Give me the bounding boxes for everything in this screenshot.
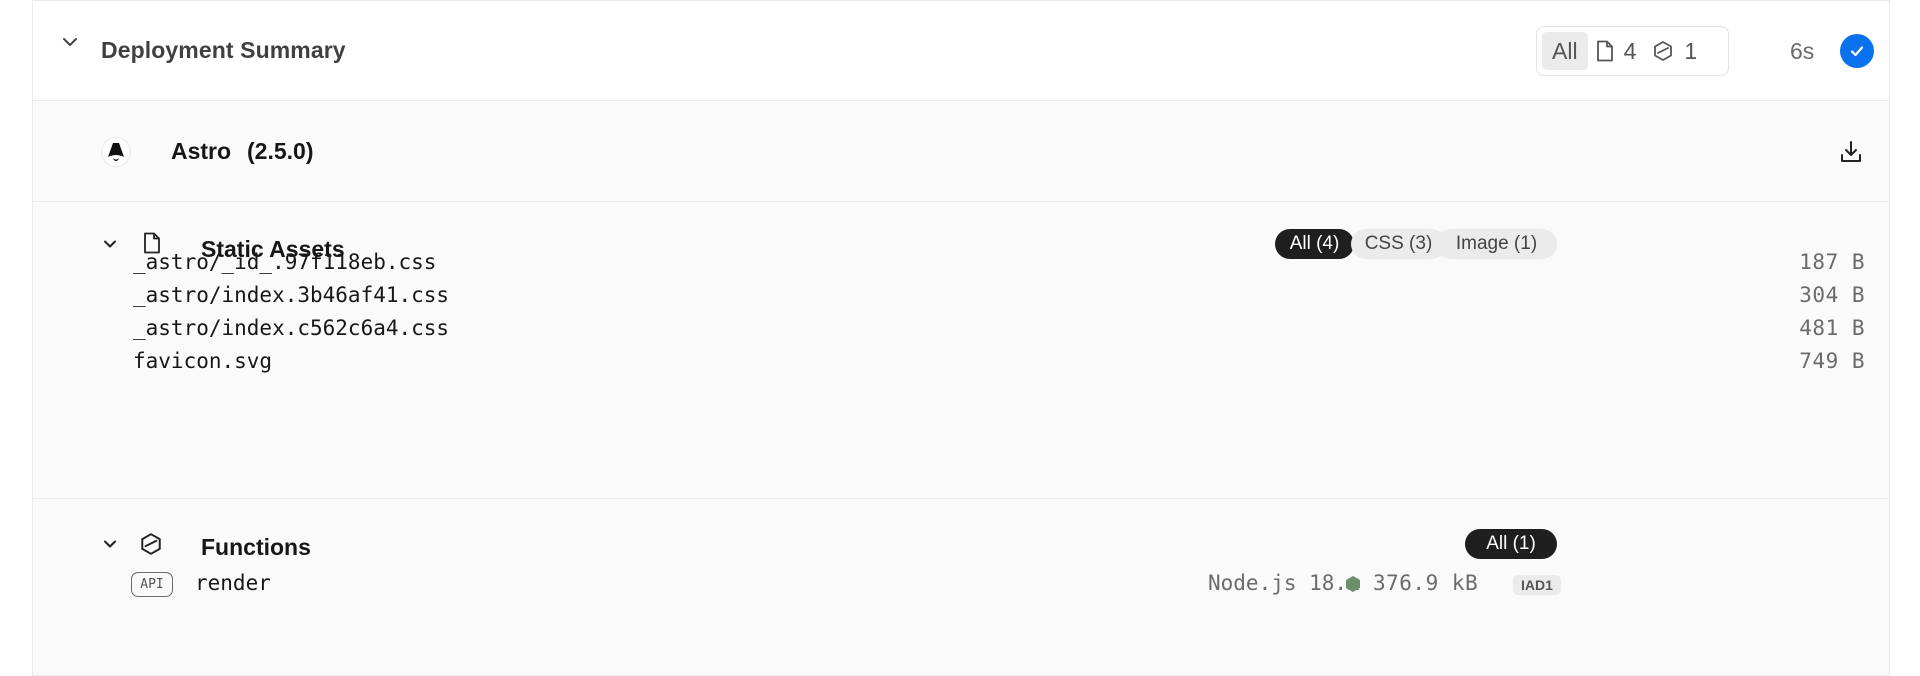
chevron-down-icon[interactable]: [59, 31, 81, 53]
file-size: 481 B: [1799, 316, 1865, 340]
file-name[interactable]: favicon.svg: [133, 349, 272, 373]
assets-filter-all[interactable]: All (4): [1275, 229, 1354, 259]
nodejs-icon: [1345, 575, 1361, 598]
filter-functions-tab[interactable]: 1: [1644, 32, 1705, 70]
framework-row: Astro (2.5.0): [33, 101, 1889, 202]
build-duration: 6s: [1790, 38, 1815, 64]
function-icon: [139, 532, 163, 561]
chevron-down-icon[interactable]: [99, 233, 121, 255]
function-icon: [1654, 41, 1673, 61]
file-size: 187 B: [1799, 250, 1865, 274]
functions-filter-all[interactable]: All (1): [1465, 529, 1557, 559]
function-runtime: Node.js 18.x: [1208, 571, 1360, 595]
api-badge: API: [131, 572, 173, 597]
file-name[interactable]: _astro/index.c562c6a4.css: [133, 316, 449, 340]
file-size: 304 B: [1799, 283, 1865, 307]
file-size: 749 B: [1799, 349, 1865, 373]
framework-version: (2.5.0): [247, 138, 314, 164]
functions-section: Functions All (1) API render Node.js 18.…: [33, 499, 1889, 676]
framework-name: Astro: [171, 138, 232, 164]
functions-count: 1: [1684, 37, 1698, 64]
functions-title: Functions: [201, 534, 311, 560]
chevron-down-icon[interactable]: [99, 533, 121, 555]
assets-filter-image[interactable]: Image (1): [1436, 229, 1557, 259]
filter-all-tab[interactable]: All: [1542, 32, 1588, 70]
function-size: 376.9 kB: [1373, 571, 1479, 595]
download-icon[interactable]: [1838, 139, 1864, 165]
check-icon: [1840, 34, 1874, 68]
deployment-summary-panel: Deployment Summary All 4 1 6s Astro (2.5…: [32, 0, 1890, 676]
astro-logo-icon: [101, 137, 131, 167]
summary-title: Deployment Summary: [101, 37, 346, 63]
assets-filter-css[interactable]: CSS (3): [1351, 229, 1446, 259]
filter-files-tab[interactable]: 4: [1588, 32, 1645, 70]
summary-header[interactable]: Deployment Summary All 4 1 6s: [33, 0, 1889, 101]
function-name[interactable]: render: [195, 571, 271, 595]
file-name[interactable]: _astro/index.3b46af41.css: [133, 283, 449, 307]
file-icon: [1596, 40, 1613, 62]
summary-filter: All 4 1: [1536, 26, 1729, 76]
region-badge: IAD1: [1513, 575, 1561, 595]
file-name[interactable]: _astro/_id_.97f118eb.css: [133, 250, 436, 274]
files-count: 4: [1623, 37, 1637, 64]
static-assets-section: Static Assets All (4) CSS (3) Image (1) …: [33, 202, 1889, 499]
